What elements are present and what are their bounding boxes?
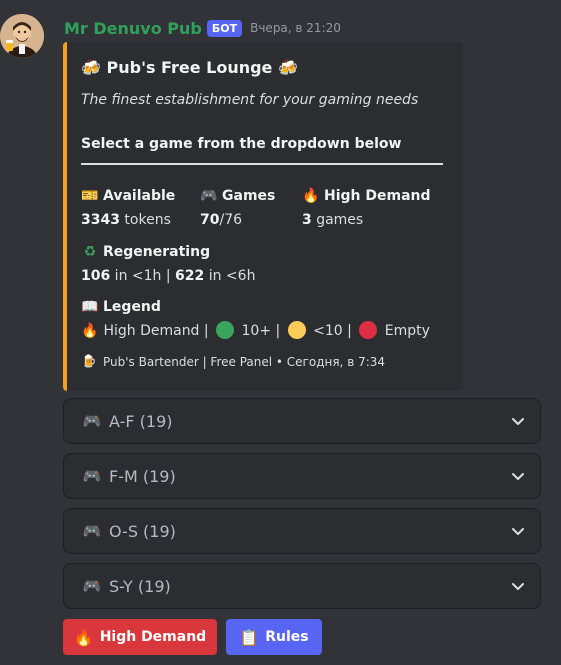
available-unit: tokens	[119, 212, 171, 228]
rules-label: Rules	[265, 629, 309, 645]
legend-high-demand: High Demand |	[99, 323, 214, 339]
regen-1h-count: 106	[81, 268, 111, 284]
divider	[81, 163, 443, 165]
ticket-icon: 🎫	[81, 188, 99, 204]
game-select-a-f[interactable]: 🎮 A-F (19)	[63, 398, 541, 444]
red-circle-icon	[359, 321, 378, 339]
legend-10plus: 10+ |	[237, 323, 285, 339]
game-select-f-m[interactable]: 🎮 F-M (19)	[63, 453, 541, 499]
fire-icon: 🔥	[73, 627, 94, 647]
field-legend: 📖 Legend 🔥 High Demand | 10+ | <10 | Empt…	[81, 297, 430, 341]
field-regenerating: ♻ Regenerating 106 in <1h | 622 in <6h	[81, 242, 255, 286]
field-name: High Demand	[324, 188, 431, 204]
username[interactable]: Mr Denuvo Pub	[64, 19, 202, 38]
timestamp: Вчера, в 21:20	[250, 21, 341, 35]
embed-footer: 🍺 Pub's Bartender | Free Panel • Сегодня…	[81, 354, 386, 370]
field-high-demand: 🔥 High Demand 3 games	[302, 186, 431, 230]
available-count: 3343	[81, 212, 120, 228]
select-placeholder: F-M (19)	[109, 466, 176, 486]
chevron-down-icon	[512, 528, 524, 535]
book-icon: 📖	[81, 299, 99, 315]
field-available: 🎫 Available 3343 tokens	[81, 186, 175, 230]
high-demand-label: High Demand	[99, 629, 207, 645]
embed-select-heading: Select a game from the dropdown below	[81, 136, 402, 152]
high-demand-unit: games	[311, 212, 364, 228]
fire-icon: 🔥	[81, 323, 99, 339]
gamepad-icon: 🎮	[82, 467, 102, 485]
message-header: Mr Denuvo Pub БОТ Вчера, в 21:20	[64, 17, 341, 39]
fire-icon: 🔥	[302, 188, 320, 204]
field-name: Regenerating	[103, 244, 211, 260]
game-select-o-s[interactable]: 🎮 O-S (19)	[63, 508, 541, 554]
field-name: Games	[222, 188, 276, 204]
regen-1h-text: in <1h |	[110, 268, 176, 284]
select-placeholder: S-Y (19)	[109, 576, 171, 596]
rules-button[interactable]: 📋 Rules	[226, 619, 322, 655]
chevron-down-icon	[512, 418, 524, 425]
embed-card: 🍻 Pub's Free Lounge 🍻 The finest establi…	[63, 42, 463, 391]
games-total: /76	[219, 212, 243, 228]
bot-avatar[interactable]	[0, 14, 44, 58]
chevron-down-icon	[512, 473, 524, 480]
yellow-circle-icon	[287, 321, 306, 339]
games-count: 70	[200, 212, 220, 228]
gamepad-icon: 🎮	[82, 577, 102, 595]
field-name: Available	[103, 188, 176, 204]
embed-description: The finest establishment for your gaming…	[81, 92, 419, 108]
game-select-s-y[interactable]: 🎮 S-Y (19)	[63, 563, 541, 609]
footer-text: Pub's Bartender | Free Panel • Сегодня, …	[103, 355, 386, 369]
gamepad-icon: 🎮	[82, 522, 102, 540]
gamepad-icon: 🎮	[82, 412, 102, 430]
regen-6h-text: in <6h	[204, 268, 256, 284]
bot-badge: БОТ	[206, 19, 243, 37]
field-games: 🎮 Games 70/76	[200, 186, 275, 230]
embed-title: 🍻 Pub's Free Lounge 🍻	[81, 58, 298, 77]
chevron-down-icon	[512, 583, 524, 590]
green-circle-icon	[216, 321, 235, 339]
high-demand-button[interactable]: 🔥 High Demand	[63, 619, 217, 655]
legend-empty: Empty	[380, 323, 430, 339]
select-placeholder: A-F (19)	[109, 411, 173, 431]
gamepad-icon: 🎮	[200, 188, 218, 204]
recycle-icon: ♻	[83, 244, 97, 260]
high-demand-count: 3	[302, 212, 312, 228]
beer-icon: 🍺	[81, 354, 97, 368]
select-placeholder: O-S (19)	[109, 521, 176, 541]
regen-6h-count: 622	[175, 268, 205, 284]
clipboard-icon: 📋	[239, 627, 260, 647]
field-name: Legend	[103, 299, 161, 315]
legend-lt10: <10 |	[308, 323, 357, 339]
